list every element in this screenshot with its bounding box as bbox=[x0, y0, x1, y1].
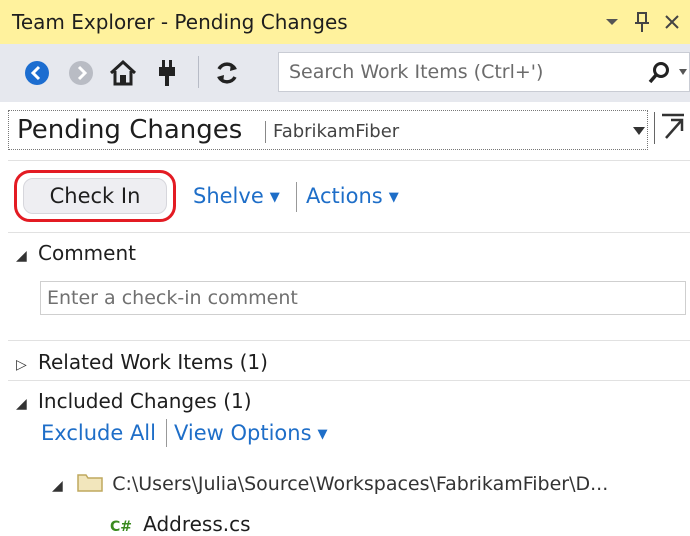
check-in-button[interactable]: Check In bbox=[23, 178, 167, 214]
exclude-all-link[interactable]: Exclude All bbox=[41, 421, 156, 445]
folder-row[interactable]: ◢ C:\Users\Julia\Source\Workspaces\Fabri… bbox=[52, 472, 608, 496]
included-section-title: Included Changes (1) bbox=[38, 389, 252, 413]
search-box[interactable] bbox=[278, 52, 690, 92]
chevron-down-icon: ▼ bbox=[388, 190, 399, 205]
project-name: FabrikamFiber bbox=[273, 121, 400, 142]
view-options-label: View Options bbox=[174, 421, 312, 445]
close-icon[interactable] bbox=[660, 8, 684, 36]
title-separator bbox=[265, 121, 266, 143]
search-icon[interactable] bbox=[647, 61, 671, 85]
home-icon[interactable] bbox=[108, 58, 138, 88]
page-dropdown-icon[interactable] bbox=[633, 123, 645, 139]
forward-icon[interactable] bbox=[66, 58, 96, 88]
divider bbox=[8, 160, 690, 161]
check-in-highlight: Check In bbox=[14, 170, 176, 222]
link-separator bbox=[166, 419, 167, 447]
toolbar-separator bbox=[198, 56, 199, 88]
collapse-triangle-icon: ◢ bbox=[16, 396, 27, 412]
folder-path: C:\Users\Julia\Source\Workspaces\Fabrika… bbox=[112, 473, 609, 495]
action-separator bbox=[296, 182, 297, 212]
navigate-icon[interactable] bbox=[660, 112, 686, 142]
shelve-link[interactable]: Shelve ▼ bbox=[193, 184, 280, 208]
page-title: Pending Changes bbox=[17, 115, 243, 145]
divider bbox=[8, 340, 690, 341]
divider bbox=[8, 380, 690, 381]
header-separator bbox=[654, 112, 655, 144]
back-icon[interactable] bbox=[22, 58, 52, 88]
search-input[interactable] bbox=[279, 53, 619, 91]
actions-label: Actions bbox=[306, 184, 383, 208]
page-header: Pending Changes FabrikamFiber bbox=[0, 104, 690, 156]
folder-icon bbox=[77, 472, 107, 496]
comment-section-header[interactable]: ◢ Comment bbox=[16, 241, 136, 265]
file-row[interactable]: C# Address.cs bbox=[110, 512, 251, 536]
included-changes-header[interactable]: ◢ Included Changes (1) bbox=[16, 389, 252, 413]
collapse-triangle-icon: ◢ bbox=[16, 248, 27, 264]
connect-icon[interactable] bbox=[152, 58, 182, 88]
divider bbox=[8, 232, 690, 233]
comment-input[interactable] bbox=[41, 282, 685, 314]
shelve-label: Shelve bbox=[193, 184, 264, 208]
window-title: Team Explorer - Pending Changes bbox=[12, 10, 348, 34]
expand-triangle-icon: ▷ bbox=[16, 357, 27, 373]
toolbar bbox=[0, 44, 690, 102]
search-options-dropdown-icon[interactable] bbox=[679, 63, 687, 79]
dropdown-arrow-icon[interactable] bbox=[600, 8, 624, 36]
refresh-icon[interactable] bbox=[212, 58, 242, 88]
comment-box[interactable] bbox=[40, 281, 686, 315]
collapse-triangle-icon: ◢ bbox=[52, 478, 63, 494]
related-work-items-header[interactable]: ▷ Related Work Items (1) bbox=[16, 350, 268, 374]
chevron-down-icon: ▼ bbox=[317, 427, 328, 442]
page-selector[interactable]: Pending Changes FabrikamFiber bbox=[8, 110, 648, 150]
pin-icon[interactable] bbox=[630, 8, 654, 36]
related-section-title: Related Work Items (1) bbox=[38, 350, 268, 374]
title-bar: Team Explorer - Pending Changes bbox=[0, 0, 690, 44]
chevron-down-icon: ▼ bbox=[269, 190, 280, 205]
actions-link[interactable]: Actions ▼ bbox=[306, 184, 399, 208]
csharp-file-icon: C# bbox=[110, 519, 133, 535]
comment-section-title: Comment bbox=[38, 241, 136, 265]
file-name: Address.cs bbox=[143, 512, 251, 536]
view-options-link[interactable]: View Options ▼ bbox=[174, 421, 328, 445]
team-explorer-window: Team Explorer - Pending Changes Search W… bbox=[0, 0, 690, 536]
